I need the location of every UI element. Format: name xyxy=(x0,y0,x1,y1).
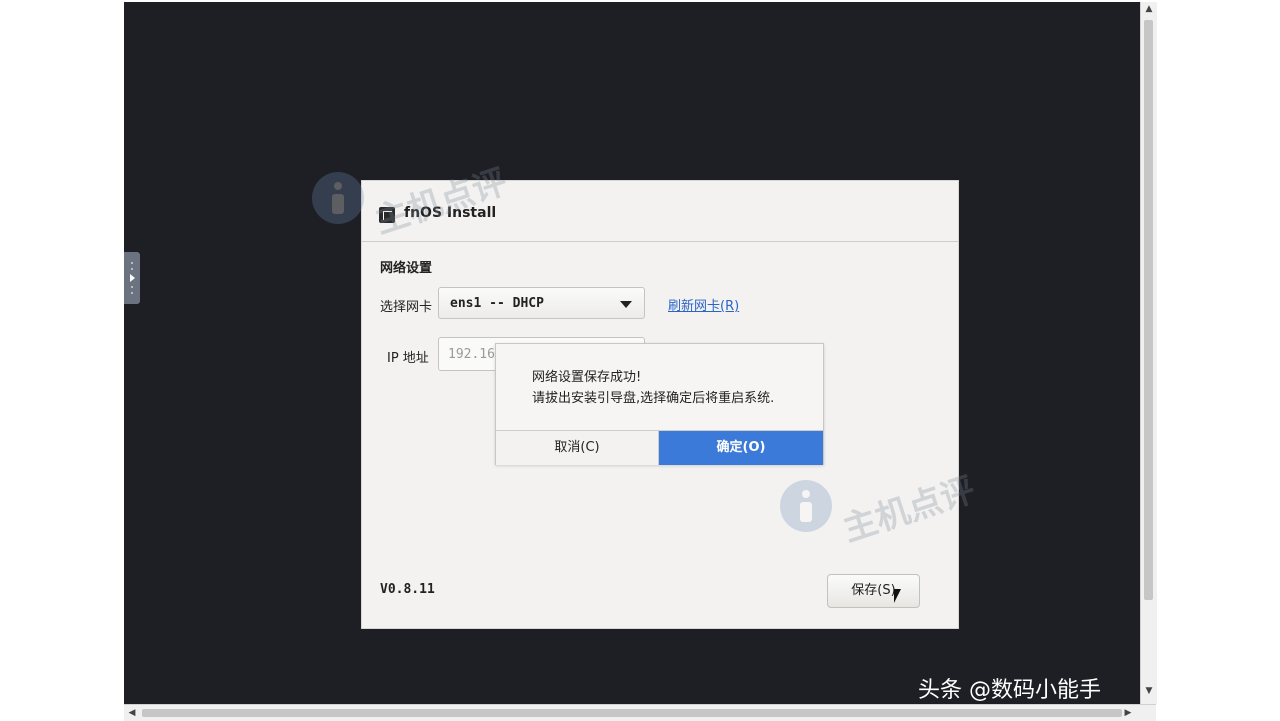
vertical-scrollbar[interactable]: ▲ ▼ xyxy=(1140,2,1157,704)
save-button[interactable]: 保存(S) xyxy=(827,574,920,608)
version-label: V0.8.11 xyxy=(380,582,435,597)
scroll-up-icon[interactable]: ▲ xyxy=(1141,4,1157,14)
scroll-down-icon[interactable]: ▼ xyxy=(1141,686,1157,696)
mouse-cursor-icon xyxy=(894,589,901,603)
refresh-nic-link[interactable]: 刷新网卡(R) xyxy=(668,295,739,314)
fnos-logo-icon xyxy=(379,207,395,223)
cancel-button[interactable]: 取消(C) xyxy=(496,431,659,465)
console-side-toggle[interactable] xyxy=(124,252,140,304)
expand-arrow-icon xyxy=(129,274,135,282)
handle-dot xyxy=(131,268,133,270)
app-title: fnOS Install xyxy=(404,205,497,221)
chevron-down-icon xyxy=(620,301,632,308)
dialog-message-line1: 网络设置保存成功! xyxy=(532,370,642,385)
section-title: 网络设置 xyxy=(380,261,433,276)
confirm-dialog: 网络设置保存成功! 请拔出安装引导盘,选择确定后将重启系统. 取消(C) 确定(… xyxy=(495,343,824,465)
dialog-button-row: 取消(C) 确定(O) xyxy=(496,430,823,465)
installer-titlebar: fnOS Install xyxy=(362,181,958,242)
handle-dot xyxy=(131,286,133,288)
nic-select[interactable]: ens1 -- DHCP xyxy=(438,287,645,319)
ok-button[interactable]: 确定(O) xyxy=(659,431,823,465)
vertical-scroll-thumb[interactable] xyxy=(1144,20,1153,600)
scroll-right-icon[interactable]: ▶ xyxy=(1120,705,1136,721)
nic-label: 选择网卡 xyxy=(380,300,433,315)
source-credit: 头条 @数码小能手 xyxy=(918,678,1101,703)
horizontal-scroll-thumb[interactable] xyxy=(142,709,1122,717)
scroll-left-icon[interactable]: ◀ xyxy=(124,705,140,721)
handle-dot xyxy=(131,262,133,264)
horizontal-scrollbar[interactable]: ◀ ▶ xyxy=(124,704,1156,721)
nic-selected-value: ens1 -- DHCP xyxy=(450,296,544,311)
dialog-message-line2: 请拔出安装引导盘,选择确定后将重启系统. xyxy=(532,391,775,406)
ip-address-value: 192.16 xyxy=(448,347,495,362)
handle-dot xyxy=(131,292,133,294)
ip-label: IP 地址 xyxy=(387,351,429,366)
